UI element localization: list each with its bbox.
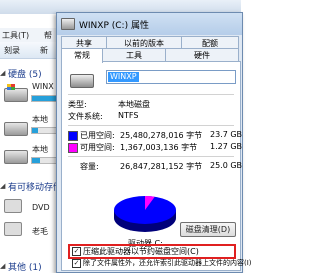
properties-dialog: WINXP (C:) 属性 共享 以前的版本 配额 常规 工具 硬件 WINXP… xyxy=(56,12,252,273)
section-other: 其他 (1) xyxy=(8,263,42,273)
filesystem-value: NTFS xyxy=(118,111,139,120)
capacity-bytes: 26,847,281,152 字节 xyxy=(120,162,203,171)
type-value: 本地磁盘 xyxy=(118,100,150,109)
device-label-usb[interactable]: 老毛 xyxy=(32,226,48,237)
drive-label-local-2[interactable]: 本地 xyxy=(32,144,48,155)
divider xyxy=(68,156,234,157)
compress-checkbox[interactable]: ✓ xyxy=(72,247,81,256)
type-label: 类型: xyxy=(68,100,87,109)
drive-title-icon xyxy=(61,18,75,30)
section-hard-disks: 硬盘 (5) xyxy=(8,70,42,80)
dialog-titlebar[interactable]: WINXP (C:) 属性 xyxy=(57,13,242,35)
index-checkbox[interactable]: ✓ xyxy=(72,259,81,268)
local-disk-icon xyxy=(70,74,94,88)
tab-row-front: 常规 工具 硬件 xyxy=(61,48,239,63)
tab-tools[interactable]: 工具 xyxy=(102,48,166,62)
dvd-drive-icon xyxy=(4,199,22,213)
free-space-swatch xyxy=(68,143,78,153)
usb-drive-icon xyxy=(4,222,22,236)
collapse-caret-icon[interactable]: ◢ xyxy=(0,262,5,270)
index-label[interactable]: 除了文件属性外，还允许索引此驱动器上文件的内容(I) xyxy=(83,258,252,268)
menu-help[interactable]: 帮 xyxy=(44,30,52,41)
tab-general[interactable]: 常规 xyxy=(61,48,103,63)
drive-label-local-1[interactable]: 本地 xyxy=(32,114,48,125)
toolbar-burn[interactable]: 刻录 xyxy=(4,45,20,56)
disk-usage-pie xyxy=(114,196,176,232)
free-space-label: 可用空间: xyxy=(80,143,115,152)
drive-usage-fill xyxy=(32,128,38,133)
filesystem-label: 文件系统: xyxy=(68,112,103,121)
general-tab-panel: WINXP 类型: 本地磁盘 文件系统: NTFS 已用空间: 25,480,2… xyxy=(61,61,252,271)
volume-name-input[interactable]: WINXP xyxy=(106,70,236,84)
compress-label[interactable]: 压缩此驱动器以节约磁盘空间(C) xyxy=(83,246,199,257)
tab-hardware[interactable]: 硬件 xyxy=(165,48,239,62)
hard-drive-icon xyxy=(4,122,28,136)
drive-usage-fill xyxy=(32,96,56,101)
free-space-gb: 1.27 GB xyxy=(210,142,243,151)
section-removable: 有可移动存储 xyxy=(8,183,63,193)
divider xyxy=(68,94,234,95)
capacity-label: 容量: xyxy=(80,162,99,171)
divider xyxy=(68,125,234,126)
toolbar-new[interactable]: 新 xyxy=(40,45,48,56)
menu-tools[interactable]: 工具(T) xyxy=(2,30,29,41)
collapse-caret-icon[interactable]: ◢ xyxy=(0,182,5,190)
hard-drive-icon xyxy=(4,150,28,164)
collapse-caret-icon[interactable]: ◢ xyxy=(0,69,5,77)
used-space-gb: 23.7 GB xyxy=(210,130,243,139)
drive-label-winxp[interactable]: WINX xyxy=(32,82,54,91)
used-space-bytes: 25,480,278,016 字节 xyxy=(120,131,203,140)
device-label-dvd[interactable]: DVD xyxy=(32,203,50,212)
drive-usage-fill xyxy=(32,158,40,163)
dialog-title: WINXP (C:) 属性 xyxy=(79,21,149,31)
volume-name-value: WINXP xyxy=(108,72,139,82)
disk-cleanup-button[interactable]: 磁盘清理(D) xyxy=(180,222,236,237)
capacity-gb: 25.0 GB xyxy=(210,161,243,170)
used-space-swatch xyxy=(68,131,78,141)
free-space-bytes: 1,367,003,136 字节 xyxy=(120,143,198,152)
system-drive-icon xyxy=(4,84,28,102)
used-space-label: 已用空间: xyxy=(80,131,115,140)
